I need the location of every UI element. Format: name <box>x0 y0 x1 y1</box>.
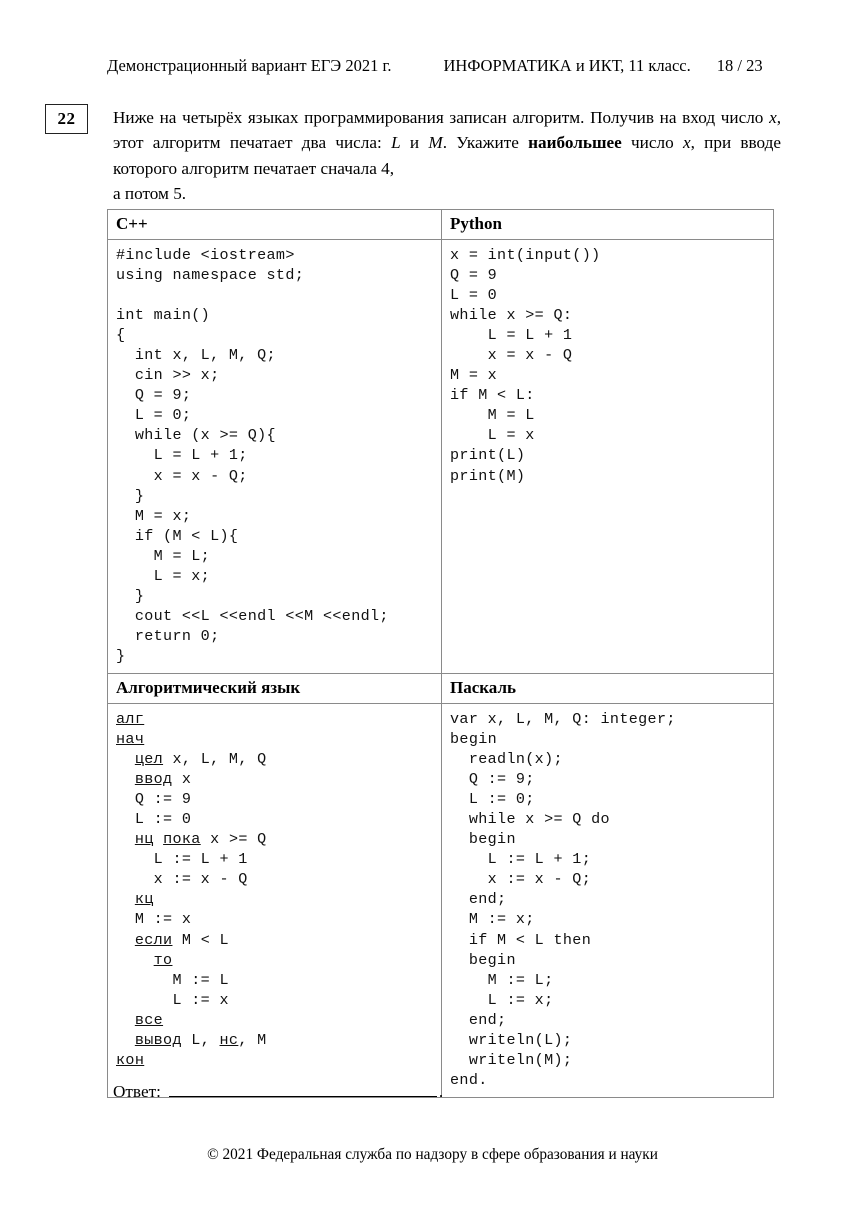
header-subject: ИНФОРМАТИКА и ИКТ, 11 класс. <box>443 56 691 75</box>
header-page-number: 18 / 23 <box>716 56 763 75</box>
prompt-emphasis-largest: наибольшее <box>528 133 622 153</box>
lang-title-pascal: Паскаль <box>441 672 774 704</box>
page-footer: © 2021 Федеральная служба по надзору в с… <box>0 1145 865 1164</box>
code-listing-python: x = int(input()) Q = 9 L = 0 while x >= … <box>450 246 601 485</box>
code-cell-pascal: var x, L, M, Q: integer; begin readln(x)… <box>441 702 774 1098</box>
code-listing-pascal: var x, L, M, Q: integer; begin readln(x)… <box>450 709 676 1089</box>
code-cell-algo: алг нач цел x, L, M, Q ввод x Q := 9 L :… <box>107 702 442 1098</box>
answer-row: Ответ: . <box>113 1081 443 1103</box>
lang-title-algo: Алгоритмический язык <box>107 672 442 704</box>
footer-copyright: © 2021 Федеральная служба по надзору в с… <box>207 1146 658 1163</box>
header-exam-variant: Демонстрационный вариант ЕГЭ 2021 г. <box>107 56 392 75</box>
code-cell-cpp: #include <iostream> using namespace std;… <box>107 239 442 674</box>
table-row-code-2: алг нач цел x, L, M, Q ввод x Q := 9 L :… <box>107 702 774 1098</box>
question-number: 22 <box>57 109 76 128</box>
prompt-line-3a: число <box>621 133 683 153</box>
table-row-code-1: #include <iostream> using namespace std;… <box>107 239 774 674</box>
code-cell-python: x = int(input()) Q = 9 L = 0 while x >= … <box>441 239 774 674</box>
prompt-line-1: Ниже на четырёх языках программирования … <box>113 108 654 127</box>
table-row-language-headers-2: Алгоритмический язык Паскаль <box>107 672 774 704</box>
answer-label: Ответ: <box>113 1082 161 1101</box>
answer-input-blank[interactable] <box>168 1082 437 1097</box>
prompt-line-4: а потом 5. <box>113 184 187 204</box>
prompt-line-2c: и <box>400 133 429 153</box>
prompt-line-2a: на вход число <box>659 108 770 127</box>
prompt-line-2d: . Укажите <box>442 133 519 153</box>
var-x-1: x <box>769 108 777 127</box>
page-running-header: Демонстрационный вариант ЕГЭ 2021 г. ИНФ… <box>107 56 773 76</box>
var-x-2: x <box>682 133 691 153</box>
code-listing-algorithmic: алг нач цел x, L, M, Q ввод x Q := 9 L :… <box>116 709 267 1069</box>
var-L: L <box>391 133 401 153</box>
table-row-language-headers-1: C++ Python <box>107 209 774 240</box>
program-listings-table: C++ Python #include <iostream> using nam… <box>107 209 774 1098</box>
code-listing-cpp: #include <iostream> using namespace std;… <box>116 246 389 665</box>
var-M: M <box>428 133 443 153</box>
question-number-box: 22 <box>45 104 88 134</box>
lang-title-python: Python <box>441 209 774 240</box>
lang-title-cpp: C++ <box>107 209 442 240</box>
question-prompt-text: Ниже на четырёх языках программирования … <box>113 105 781 207</box>
answer-period: . <box>438 1082 444 1101</box>
